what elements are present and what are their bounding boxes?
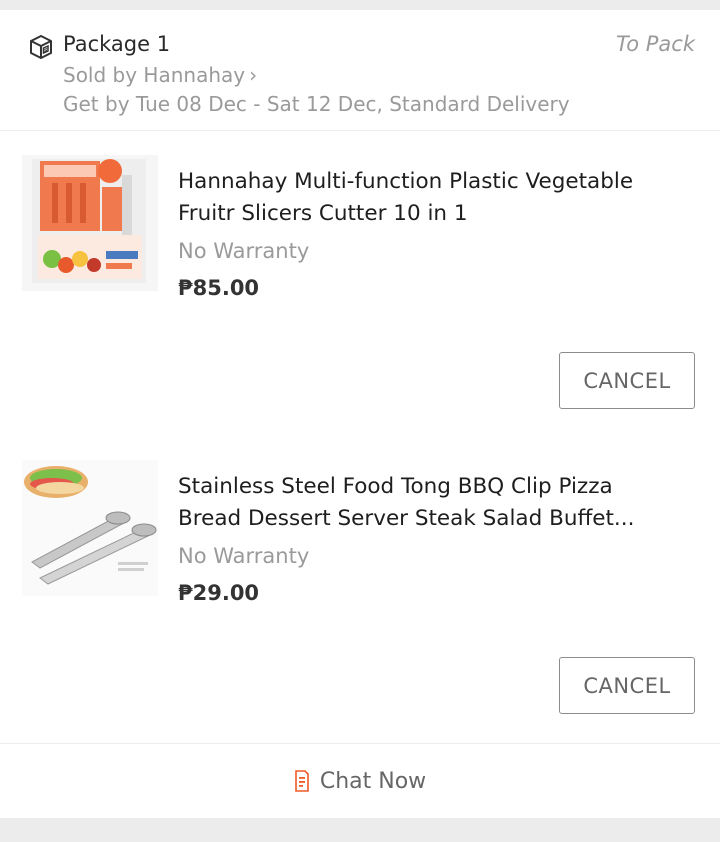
product-name-line2: Bread Dessert Server Steak Salad Buffet.… xyxy=(178,506,635,531)
package-header: Package 1 To Pack Sold by Hannahay › Get … xyxy=(0,10,720,131)
warranty-label: No Warranty xyxy=(178,239,310,263)
package-title: Package 1 xyxy=(63,32,171,56)
order-item[interactable]: Stainless Steel Food Tong BBQ Clip Pizza… xyxy=(0,436,720,743)
package-box-icon xyxy=(30,35,52,59)
product-name-line1: Stainless Steel Food Tong BBQ Clip Pizza xyxy=(178,474,613,499)
bottom-strip xyxy=(0,818,720,842)
product-name: Hannahay Multi-function Plastic Vegetabl… xyxy=(178,166,688,230)
delivery-estimate: Get by Tue 08 Dec - Sat 12 Dec, Standard… xyxy=(63,92,570,116)
cancel-button[interactable]: CANCEL xyxy=(559,657,695,714)
package-status: To Pack xyxy=(616,32,695,56)
order-item[interactable]: Hannahay Multi-function Plastic Vegetabl… xyxy=(0,131,720,436)
package-card: Package 1 To Pack Sold by Hannahay › Get … xyxy=(0,10,720,818)
chat-store-icon xyxy=(295,770,309,792)
cancel-button[interactable]: CANCEL xyxy=(559,352,695,409)
product-price: ₱29.00 xyxy=(178,581,260,605)
food-tong-product-image xyxy=(22,460,158,596)
product-name-line2: Fruitr Slicers Cutter 10 in 1 xyxy=(178,201,468,226)
seller-label: Sold by Hannahay xyxy=(63,63,246,87)
top-strip xyxy=(0,0,720,10)
product-price: ₱85.00 xyxy=(178,276,260,300)
seller-link[interactable]: Sold by Hannahay › xyxy=(63,63,257,87)
vegetable-slicer-product-image xyxy=(22,155,158,291)
chevron-right-icon: › xyxy=(249,63,258,87)
warranty-label: No Warranty xyxy=(178,544,310,568)
chat-now-label: Chat Now xyxy=(319,768,427,794)
product-name-line1: Hannahay Multi-function Plastic Vegetabl… xyxy=(178,169,634,194)
product-name: Stainless Steel Food Tong BBQ Clip Pizza… xyxy=(178,471,688,535)
chat-now-button[interactable]: Chat Now xyxy=(0,743,720,818)
